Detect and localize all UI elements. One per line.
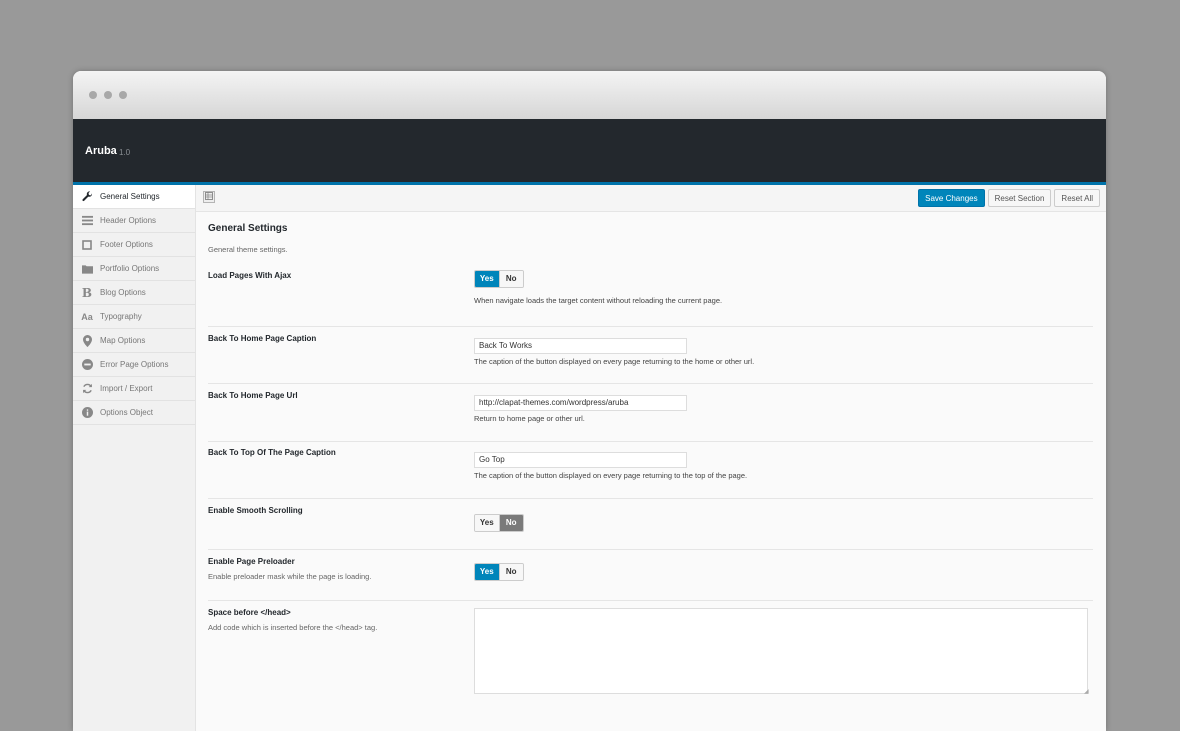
option-row-smooth-scroll: Enable Smooth Scrolling Yes No [208,499,1093,550]
window-titlebar [73,71,1106,119]
option-row-ajax: Load Pages With Ajax Yes No When navigat… [208,265,1093,327]
folder-icon [81,263,93,275]
map-pin-icon [81,334,93,347]
sidebar-item-blog-options[interactable]: B Blog Options [73,281,195,305]
option-help: Return to home page or other url. [474,414,585,423]
window-dot-maximize[interactable] [119,91,127,99]
sidebar-item-label: Footer Options [100,240,153,249]
toggle-yes[interactable]: Yes [475,515,499,531]
sidebar-item-general-settings[interactable]: General Settings [73,185,195,209]
option-label: Back To Home Page Url [208,391,298,400]
sidebar-item-label: Options Object [100,408,153,417]
reset-section-button[interactable]: Reset Section [987,189,1052,207]
info-icon [81,407,93,419]
reset-all-button[interactable]: Reset All [1054,189,1100,207]
option-row-preloader: Enable Page Preloader Enable preloader m… [208,550,1093,601]
option-sub: Enable preloader mask while the page is … [208,572,372,581]
app-version: 1.0 [119,148,131,157]
preloader-toggle[interactable]: Yes No [474,563,524,581]
grid-icon [205,192,213,200]
wrench-icon [81,191,93,203]
refresh-icon [81,383,93,395]
browser-window: Aruba 1.0 General Settings Header Option… [73,71,1106,731]
sidebar-item-portfolio-options[interactable]: Portfolio Options [73,257,195,281]
sidebar-item-label: Map Options [100,336,146,345]
typography-icon: Aa [81,311,93,322]
options-sidebar: General Settings Header Options Footer O… [73,185,196,731]
home-url-input[interactable]: http://clapat-themes.com/wordpress/aruba [474,395,687,411]
toggle-yes[interactable]: Yes [475,271,499,287]
option-row-space-head: Space before </head> Add code which is i… [208,601,1093,731]
menu-lines-icon [81,215,93,227]
ajax-toggle[interactable]: Yes No [474,270,524,288]
option-help: The caption of the button displayed on e… [474,471,748,480]
options-toolbar: Save Changes Reset Section Reset All [196,185,1106,212]
option-label: Back To Home Page Caption [208,334,317,343]
sidebar-item-import-export[interactable]: Import / Export [73,377,195,401]
option-row-top-caption: Back To Top Of The Page Caption Go Top T… [208,442,1093,499]
option-label: Space before </head> [208,608,291,617]
resize-grip-icon[interactable]: ◢ [1084,689,1092,730]
option-label: Back To Top Of The Page Caption [208,448,336,457]
sidebar-item-label: Portfolio Options [100,264,160,273]
section-title: General Settings [208,223,288,234]
options-main-panel: Save Changes Reset Section Reset All Gen… [196,185,1106,731]
option-help: When navigate loads the target content w… [474,296,723,305]
sidebar-item-map-options[interactable]: Map Options [73,329,195,353]
toggle-no[interactable]: No [498,564,523,580]
sidebar-item-header-options[interactable]: Header Options [73,209,195,233]
sidebar-item-label: Typography [100,312,142,321]
sidebar-item-error-page-options[interactable]: Error Page Options [73,353,195,377]
save-changes-button[interactable]: Save Changes [918,189,985,207]
toggle-no[interactable]: No [498,515,523,531]
option-label: Load Pages With Ajax [208,271,292,280]
home-caption-input[interactable]: Back To Works [474,338,687,354]
sidebar-item-label: Import / Export [100,384,153,393]
square-icon [81,239,93,251]
b-letter-icon: B [81,285,93,300]
options-panel-header: Aruba 1.0 [73,119,1106,185]
top-caption-input[interactable]: Go Top [474,452,687,468]
window-dot-close[interactable] [89,91,97,99]
sidebar-item-label: Header Options [100,216,157,225]
toggle-no[interactable]: No [498,271,523,287]
sidebar-item-label: General Settings [100,192,160,201]
sidebar-item-label: Blog Options [100,288,146,297]
option-label: Enable Smooth Scrolling [208,506,303,515]
sidebar-item-typography[interactable]: Aa Typography [73,305,195,329]
sidebar-item-footer-options[interactable]: Footer Options [73,233,195,257]
sidebar-item-options-object[interactable]: Options Object [73,401,195,425]
expand-options-button[interactable] [203,191,215,203]
minus-circle-icon [81,359,93,371]
smooth-scroll-toggle[interactable]: Yes No [474,514,524,532]
section-description: General theme settings. [208,245,288,254]
sidebar-item-label: Error Page Options [100,360,169,369]
option-label: Enable Page Preloader [208,557,295,566]
toggle-yes[interactable]: Yes [475,564,499,580]
option-help: The caption of the button displayed on e… [474,357,755,366]
option-sub: Add code which is inserted before the </… [208,623,378,632]
space-head-textarea[interactable] [474,608,1088,694]
window-controls [89,91,127,99]
window-dot-minimize[interactable] [104,91,112,99]
option-row-home-url: Back To Home Page Url http://clapat-them… [208,384,1093,442]
app-name: Aruba [85,145,117,157]
option-row-home-caption: Back To Home Page Caption Back To Works … [208,327,1093,384]
